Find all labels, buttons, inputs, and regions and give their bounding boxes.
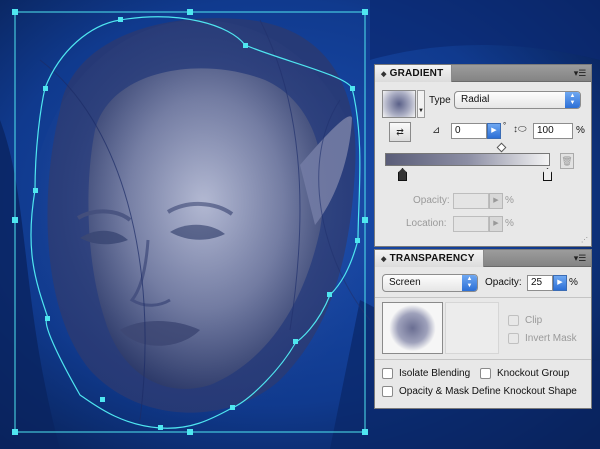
aspect-ratio-value: 100 xyxy=(537,125,554,136)
aspect-ratio-unit: % xyxy=(576,125,585,136)
delete-stop-trash-icon[interactable]: 🗑 xyxy=(560,153,574,169)
transparency-opacity-value: 25 xyxy=(531,277,543,288)
transparency-opacity-label: Opacity: xyxy=(485,277,522,288)
gradient-panel: ◆ GRADIENT ▾☰ ▼ Type Radial ▲ ▼ ⇄ ⊿ 0 ▶ ° … xyxy=(374,64,592,247)
collapse-chevron-icon[interactable]: ◆ xyxy=(381,71,387,78)
transparency-panel-tabbar: ◆ TRANSPARENCY ▾☰ xyxy=(375,250,591,267)
gradient-swatch-preview[interactable] xyxy=(382,90,416,118)
select-arrows-icon: ▲ ▼ xyxy=(462,275,477,291)
reverse-gradient-button[interactable]: ⇄ xyxy=(389,122,411,142)
collapse-chevron-icon[interactable]: ◆ xyxy=(381,256,387,263)
angle-input[interactable]: 0 xyxy=(451,123,487,139)
invert-mask-label: Invert Mask xyxy=(525,333,577,344)
opacity-mask-knockout-checkbox[interactable] xyxy=(382,386,393,397)
tab-transparency[interactable]: ◆ TRANSPARENCY xyxy=(375,250,484,267)
gradient-panel-tabbar: ◆ GRADIENT ▾☰ xyxy=(375,65,591,82)
angle-icon: ⊿ xyxy=(432,125,441,136)
transparency-panel-menu-icon[interactable]: ▾☰ xyxy=(572,252,588,264)
gradient-stop-left[interactable] xyxy=(398,168,407,181)
gradient-opacity-label: Opacity: xyxy=(413,195,450,206)
clip-checkbox[interactable] xyxy=(508,315,519,326)
isolate-blending-label: Isolate Blending xyxy=(399,368,471,379)
transparency-opacity-unit: % xyxy=(569,277,578,288)
transparency-opacity-dropdown[interactable]: ▶ xyxy=(553,275,567,291)
knockout-group-checkbox[interactable] xyxy=(480,368,491,379)
object-thumbnail[interactable] xyxy=(382,302,443,354)
gradient-tab-label: GRADIENT xyxy=(389,68,444,79)
tab-gradient[interactable]: ◆ GRADIENT xyxy=(375,65,453,82)
swatch-dropdown-arrow-icon[interactable]: ▼ xyxy=(417,90,425,118)
mask-thumbnail-area[interactable] xyxy=(445,302,499,354)
aspect-ratio-input[interactable]: 100 xyxy=(533,123,573,139)
gradient-type-select[interactable]: Radial ▲ ▼ xyxy=(454,91,581,109)
blend-mode-select[interactable]: Screen ▲ ▼ xyxy=(382,274,478,292)
type-label: Type xyxy=(429,95,451,106)
angle-dropdown-button[interactable]: ▶ xyxy=(487,123,501,139)
opacity-mask-knockout-label: Opacity & Mask Define Knockout Shape xyxy=(399,386,577,397)
midpoint-diamond-icon[interactable] xyxy=(496,142,507,153)
clip-label: Clip xyxy=(525,315,543,326)
transparency-tab-label: TRANSPARENCY xyxy=(389,253,475,264)
isolate-blending-checkbox[interactable] xyxy=(382,368,393,379)
location-input[interactable] xyxy=(453,216,489,232)
location-label: Location: xyxy=(406,218,447,229)
location-dropdown[interactable]: ▶ xyxy=(489,216,503,232)
angle-value: 0 xyxy=(455,125,461,136)
select-arrows-icon: ▲ ▼ xyxy=(565,92,580,108)
resize-grip-icon[interactable]: ⋰ xyxy=(581,236,588,244)
transparency-opacity-input[interactable]: 25 xyxy=(527,275,553,291)
knockout-group-label: Knockout Group xyxy=(497,368,570,379)
gradient-slider-bar[interactable] xyxy=(385,153,550,166)
gradient-panel-menu-icon[interactable]: ▾☰ xyxy=(572,67,588,79)
panel-divider xyxy=(375,297,591,298)
aspect-ratio-icon: ↕⬭ xyxy=(513,124,527,135)
invert-mask-checkbox[interactable] xyxy=(508,333,519,344)
location-unit: % xyxy=(505,218,514,229)
panel-divider xyxy=(375,359,591,360)
gradient-stop-right[interactable] xyxy=(543,168,552,181)
gradient-opacity-input[interactable] xyxy=(453,193,489,209)
gradient-type-value: Radial xyxy=(461,94,490,105)
gradient-opacity-unit: % xyxy=(505,195,514,206)
gradient-opacity-dropdown[interactable]: ▶ xyxy=(489,193,503,209)
blend-mode-value: Screen xyxy=(389,277,421,288)
angle-unit: ° xyxy=(503,121,507,130)
transparency-panel: ◆ TRANSPARENCY ▾☰ Screen ▲ ▼ Opacity: 25 ▶… xyxy=(374,249,592,409)
